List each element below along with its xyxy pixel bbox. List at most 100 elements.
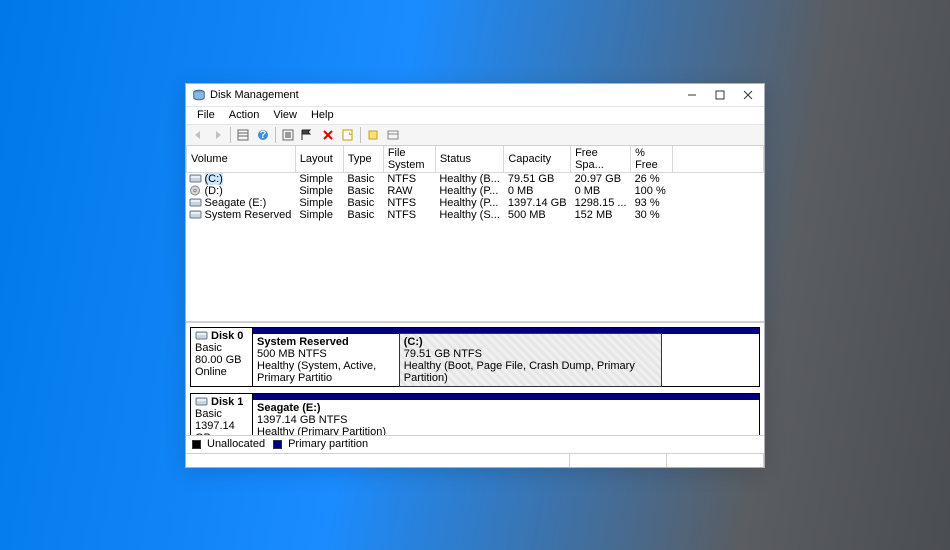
disk-type: Basic [195, 342, 248, 354]
disk-partitions: System Reserved500 MB NTFSHealthy (Syste… [252, 327, 760, 387]
disk-icon [195, 330, 209, 341]
drive-icon [189, 185, 203, 196]
cell-capacity: 500 MB [504, 209, 571, 221]
close-button[interactable] [734, 85, 762, 105]
forward-button[interactable] [208, 126, 228, 144]
volume-row[interactable]: (D:)SimpleBasicRAWHealthy (P...0 MB0 MB1… [187, 185, 764, 197]
partition-status: Healthy (System, Active, Primary Partiti… [257, 360, 396, 384]
toolbar-separator [360, 127, 361, 143]
disk-management-window: Disk Management File Action View Help ? [185, 83, 765, 468]
cell-layout: Simple [295, 185, 343, 197]
disk-row[interactable]: Disk 1Basic1397.14 GBOnlineSeagate (E:)1… [190, 393, 760, 435]
cell-type: Basic [343, 209, 383, 221]
cell-status: Healthy (P... [435, 185, 504, 197]
toolbar-separator [230, 127, 231, 143]
col-type[interactable]: Type [343, 146, 383, 173]
cell-capacity: 79.51 GB [504, 172, 571, 185]
partition-title: (C:) [404, 336, 657, 348]
cell-fs: NTFS [383, 209, 435, 221]
partition-status: Healthy (Primary Partition) [257, 426, 755, 435]
cell-free: 0 MB [571, 185, 631, 197]
cell-layout: Simple [295, 209, 343, 221]
menu-file[interactable]: File [190, 108, 222, 122]
col-free[interactable]: Free Spa... [571, 146, 631, 173]
disk-state: Online [195, 366, 248, 378]
graphical-scroll-area[interactable]: Disk 0Basic80.00 GBOnlineSystem Reserved… [186, 323, 764, 435]
cell-free: 20.97 GB [571, 172, 631, 185]
col-status[interactable]: Status [435, 146, 504, 173]
cell-status: Healthy (P... [435, 197, 504, 209]
disk-row[interactable]: Disk 0Basic80.00 GBOnlineSystem Reserved… [190, 327, 760, 387]
col-volume[interactable]: Volume [187, 146, 296, 173]
col-pct[interactable]: % Free [631, 146, 673, 173]
legend-primary-label: Primary partition [288, 438, 368, 450]
menu-help[interactable]: Help [304, 108, 341, 122]
column-headers: Volume Layout Type File System Status Ca… [187, 146, 764, 173]
disk-type: Basic [195, 408, 248, 420]
drive-icon [189, 173, 203, 184]
cell-capacity: 0 MB [504, 185, 571, 197]
flag-icon[interactable] [298, 126, 318, 144]
cell-pct: 100 % [631, 185, 673, 197]
cell-capacity: 1397.14 GB [504, 197, 571, 209]
col-fs[interactable]: File System [383, 146, 435, 173]
cell-pct: 30 % [631, 209, 673, 221]
legend-primary-swatch [273, 440, 282, 449]
disk-size: 80.00 GB [195, 354, 248, 366]
disk-label[interactable]: Disk 0Basic80.00 GBOnline [190, 327, 252, 387]
partition-sub: 500 MB NTFS [257, 348, 396, 360]
svg-text:?: ? [260, 129, 267, 141]
properties-button[interactable] [338, 126, 358, 144]
back-button[interactable] [188, 126, 208, 144]
cell-free: 1298.15 ... [571, 197, 631, 209]
disk-icon [195, 396, 209, 407]
partition-sub: 1397.14 GB NTFS [257, 414, 755, 426]
menu-action[interactable]: Action [222, 108, 267, 122]
new-volume-icon[interactable] [363, 126, 383, 144]
volume-row[interactable]: (C:)SimpleBasicNTFSHealthy (B...79.51 GB… [187, 172, 764, 185]
cell-layout: Simple [295, 197, 343, 209]
volume-name: (C:) [205, 173, 223, 185]
volume-list-empty-area[interactable] [186, 221, 764, 321]
disk-size: 1397.14 GB [195, 420, 248, 435]
partition-status: Healthy (Boot, Page File, Crash Dump, Pr… [404, 360, 657, 384]
cell-type: Basic [343, 197, 383, 209]
titlebar[interactable]: Disk Management [186, 84, 764, 106]
graphical-view: Disk 0Basic80.00 GBOnlineSystem Reserved… [186, 323, 764, 453]
drive-icon [189, 209, 203, 220]
partition-box[interactable]: (C:)79.51 GB NTFSHealthy (Boot, Page Fil… [399, 333, 662, 387]
volume-row[interactable]: System ReservedSimpleBasicNTFSHealthy (S… [187, 209, 764, 221]
partition-sub: 79.51 GB NTFS [404, 348, 657, 360]
cell-fs: NTFS [383, 172, 435, 185]
partition-title: System Reserved [257, 336, 396, 348]
cell-pct: 26 % [631, 172, 673, 185]
statusbar [186, 453, 764, 467]
partition-box[interactable]: Seagate (E:)1397.14 GB NTFSHealthy (Prim… [253, 400, 759, 435]
cell-layout: Simple [295, 172, 343, 185]
cell-pct: 93 % [631, 197, 673, 209]
maximize-button[interactable] [706, 85, 734, 105]
refresh-button[interactable] [278, 126, 298, 144]
legend: Unallocated Primary partition [186, 435, 764, 453]
window-title: Disk Management [210, 89, 678, 101]
col-capacity[interactable]: Capacity [504, 146, 571, 173]
col-layout[interactable]: Layout [295, 146, 343, 173]
cell-free: 152 MB [571, 209, 631, 221]
menu-view[interactable]: View [266, 108, 304, 122]
legend-unallocated-label: Unallocated [207, 438, 265, 450]
disk-label[interactable]: Disk 1Basic1397.14 GBOnline [190, 393, 252, 435]
drive-icon [189, 197, 203, 208]
cell-fs: RAW [383, 185, 435, 197]
cell-type: Basic [343, 172, 383, 185]
toolbar-separator [275, 127, 276, 143]
partition-box[interactable]: System Reserved500 MB NTFSHealthy (Syste… [253, 334, 400, 386]
menubar: File Action View Help [186, 106, 764, 124]
volume-name: System Reserved [205, 209, 292, 221]
list-view-icon[interactable] [383, 126, 403, 144]
help-button[interactable]: ? [253, 126, 273, 144]
toolbar: ? [186, 124, 764, 146]
delete-button[interactable] [318, 126, 338, 144]
volume-row[interactable]: Seagate (E:)SimpleBasicNTFSHealthy (P...… [187, 197, 764, 209]
show-hide-tree-button[interactable] [233, 126, 253, 144]
minimize-button[interactable] [678, 85, 706, 105]
